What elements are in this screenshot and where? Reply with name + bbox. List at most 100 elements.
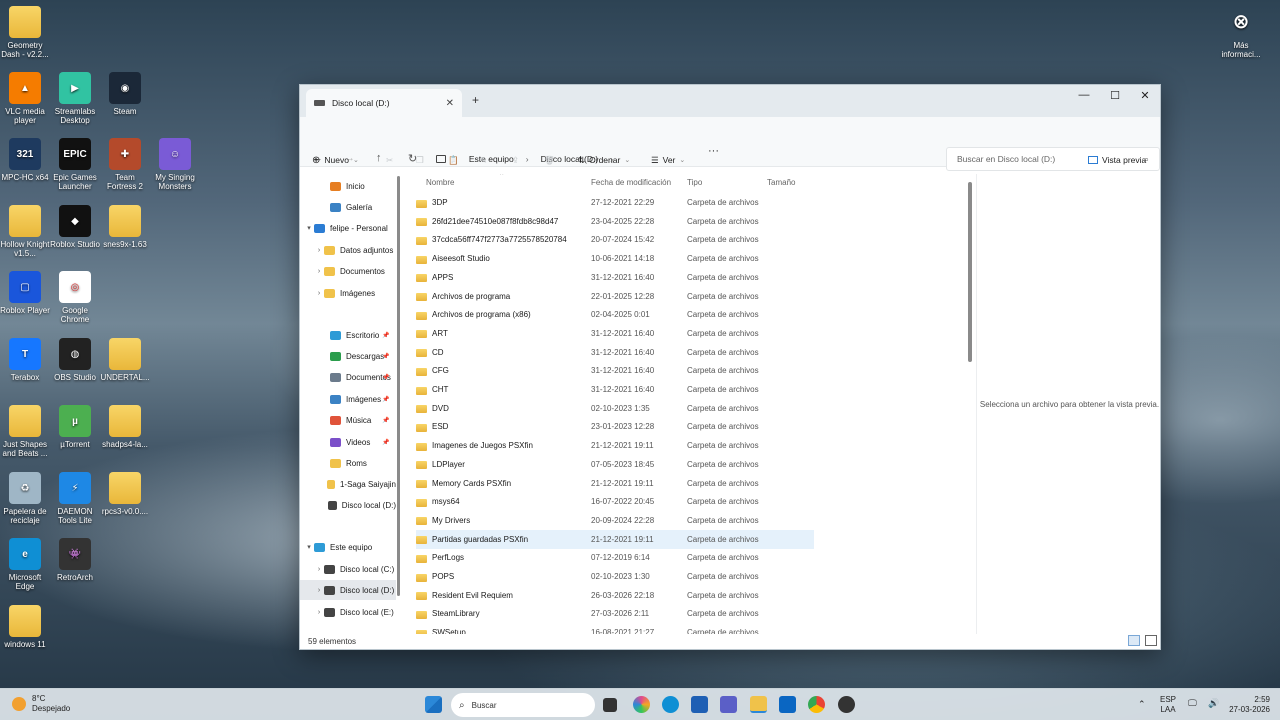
desktop-icon-undertal[interactable]: UNDERTAL... — [100, 338, 150, 382]
desktop-icon-microsoft-edge[interactable]: e Microsoft Edge — [0, 538, 50, 591]
desktop-icon-vlc-media-player[interactable]: ▲ VLC media player — [0, 72, 50, 125]
desktop-icon-windows-11[interactable]: windows 11 — [0, 605, 50, 649]
share-icon[interactable]: ⇪ — [512, 155, 519, 166]
more-options-button[interactable]: ··· — [708, 145, 719, 157]
outlook-icon[interactable] — [779, 696, 796, 713]
nav-scrollbar-thumb[interactable] — [397, 176, 400, 596]
table-row[interactable]: CD 31-12-2021 16:40 Carpeta de archivos — [416, 343, 814, 362]
table-row[interactable]: Aiseesoft Studio 10-06-2021 14:18 Carpeta … — [416, 249, 814, 268]
copilot-icon[interactable] — [633, 696, 650, 713]
table-row[interactable]: 37cdca56ff747f2773a7725578520784 20-07-20… — [416, 230, 814, 249]
minimize-icon[interactable]: — — [1073, 89, 1095, 101]
chevron-icon[interactable]: › — [314, 290, 324, 297]
table-row[interactable]: CFG 31-12-2021 16:40 Carpeta de archivos — [416, 361, 814, 380]
store-icon[interactable] — [691, 696, 708, 713]
desktop-icon-epic-games-launcher[interactable]: EPIC Epic Games Launcher — [50, 138, 100, 191]
desktop-icon-steam[interactable]: ◉ Steam — [100, 72, 150, 116]
desktop-icon-rpcs3-v0-0[interactable]: rpcs3-v0.0.... — [100, 472, 150, 516]
file-explorer-icon[interactable] — [750, 696, 767, 713]
view-button[interactable]: ☰ Ver ⌄ — [651, 155, 685, 166]
nav-item-im-genes[interactable]: Imágenes 📌 — [300, 389, 396, 409]
nav-item-inicio[interactable]: Inicio — [300, 176, 396, 196]
file-list-scrollbar[interactable] — [968, 182, 972, 362]
nav-item-roms[interactable]: Roms — [300, 453, 396, 473]
sort-button[interactable]: ⇅ Ordenar ⌄ — [578, 155, 630, 166]
desktop-icon-obs-studio[interactable]: ◍ OBS Studio — [50, 338, 100, 382]
desktop-icon-retroarch[interactable]: 👾 RetroArch — [50, 538, 100, 582]
desktop-icon-streamlabs-desktop[interactable]: ▶ Streamlabs Desktop — [50, 72, 100, 125]
details-view-icon[interactable] — [1128, 635, 1140, 646]
nav-item-galer-a[interactable]: Galería — [300, 197, 396, 217]
table-row[interactable]: My Drivers 20-09-2024 22:28 Carpeta de arc… — [416, 511, 814, 530]
table-row[interactable]: ESD 23-01-2023 12:28 Carpeta de archivos — [416, 417, 814, 436]
desktop-icon-shadps4-la[interactable]: shadps4-la... — [100, 405, 150, 449]
desktop-icon-hollow-knight-v1-5[interactable]: Hollow Knight v1.5... — [0, 205, 50, 258]
column-tamano[interactable]: Tamaño — [767, 178, 795, 187]
start-windows-icon[interactable] — [425, 696, 442, 713]
tiles-view-icon[interactable] — [1145, 635, 1157, 646]
chevron-icon[interactable]: ▾ — [304, 224, 314, 232]
nav-item-descargas[interactable]: Descargas 📌 — [300, 346, 396, 366]
table-row[interactable]: Archivos de programa 22-01-2025 12:28 Carp… — [416, 287, 814, 306]
nav-item-disco-local-e[interactable]: › Disco local (E:) — [300, 602, 396, 622]
nav-item-videos[interactable]: Videos 📌 — [300, 432, 396, 452]
desktop-icon-terabox[interactable]: T Terabox — [0, 338, 50, 382]
table-row[interactable]: Archivos de programa (x86) 02-04-2025 0:0… — [416, 305, 814, 324]
nav-item-1-saga-saiyajin[interactable]: 1-Saga Saiyajin — [300, 474, 396, 494]
clock[interactable]: 2:59 27-03-2026 — [1226, 695, 1270, 715]
chevron-icon[interactable]: › — [314, 247, 324, 254]
chevron-icon[interactable]: ▾ — [304, 543, 314, 551]
retroarch-icon[interactable] — [838, 696, 855, 713]
chevron-icon[interactable]: › — [314, 587, 324, 594]
table-row[interactable]: PerfLogs 07-12-2019 6:14 Carpeta de archiv… — [416, 548, 814, 567]
nav-item-m-sica[interactable]: Música 📌 — [300, 410, 396, 430]
table-row[interactable]: CHT 31-12-2021 16:40 Carpeta de archivos — [416, 380, 814, 399]
desktop-icon-papelera-de-reciclaje[interactable]: ♻ Papelera de reciclaje — [0, 472, 50, 525]
table-row[interactable]: LDPlayer 07-05-2023 18:45 Carpeta de archi… — [416, 455, 814, 474]
network-icon[interactable]: 🖵 — [1188, 698, 1197, 709]
cut-icon[interactable]: ✂ — [386, 155, 393, 166]
paste-icon[interactable]: 📋 — [448, 155, 459, 166]
table-row[interactable]: Resident Evil Requiem 26-03-2026 22:18 Car… — [416, 586, 814, 605]
new-button[interactable]: ⊕ Nuevo ⌄ — [312, 155, 359, 166]
desktop-icon-m-s-informaci[interactable]: ⊗ Más informaci... — [1216, 6, 1266, 60]
table-row[interactable]: Partidas guardadas PSXfin 21-12-2021 19:1… — [416, 529, 814, 549]
desktop-icon-just-shapes-and-beats[interactable]: Just Shapes and Beats ... — [0, 405, 50, 458]
nav-item-documentos[interactable]: Documentos 📌 — [300, 367, 396, 387]
rename-icon[interactable]: ✎ — [480, 155, 487, 166]
column-tipo[interactable]: Tipo — [687, 178, 702, 187]
chevron-icon[interactable]: › — [314, 268, 324, 275]
chevron-icon[interactable]: › — [314, 566, 324, 573]
nav-scrollbar[interactable] — [396, 174, 402, 634]
table-row[interactable]: DVD 02-10-2023 1:35 Carpeta de archivos — [416, 399, 814, 418]
weather-widget[interactable]: 8°C Despejado — [12, 694, 70, 714]
column-nombre[interactable]: Nombre — [426, 178, 454, 187]
desktop-icon--torrent[interactable]: µ µTorrent — [50, 405, 100, 449]
delete-icon[interactable]: 🗑 — [544, 155, 555, 166]
table-row[interactable]: SteamLibrary 27-03-2026 2:11 Carpeta de ar… — [416, 604, 814, 623]
nav-item-datos-adjuntos[interactable]: › Datos adjuntos — [300, 240, 396, 260]
nav-item-documentos[interactable]: › Documentos — [300, 261, 396, 281]
table-row[interactable]: ART 31-12-2021 16:40 Carpeta de archivos — [416, 324, 814, 343]
nav-item-disco-local-d[interactable]: › Disco local (D:) — [300, 580, 396, 600]
nav-item-felipe-personal[interactable]: ▾ felipe - Personal — [300, 218, 396, 238]
desktop-icon-mpc-hc-x64[interactable]: 321 MPC-HC x64 — [0, 138, 50, 182]
table-row[interactable]: Imagenes de Juegos PSXfin 21-12-2021 19:1… — [416, 436, 814, 455]
nav-item-disco-local-d[interactable]: Disco local (D:) — [300, 495, 396, 515]
desktop-icon-geometry-dash-v2-2[interactable]: Geometry Dash - v2.2... — [0, 6, 50, 59]
nav-item-disco-local-c[interactable]: › Disco local (C:) — [300, 559, 396, 579]
chevron-icon[interactable]: › — [314, 609, 324, 616]
desktop-icon-google-chrome[interactable]: ◎ Google Chrome — [50, 271, 100, 324]
close-tab-icon[interactable]: ✕ — [446, 98, 454, 109]
preview-pane-button[interactable]: Vista previa — [1088, 155, 1146, 165]
table-row[interactable]: APPS 31-12-2021 16:40 Carpeta de archivos — [416, 268, 814, 287]
chevron-up-icon[interactable]: ⌃ — [1138, 699, 1146, 710]
desktop-icon-my-singing-monsters[interactable]: ☺ My Singing Monsters — [150, 138, 200, 191]
taskbar-search[interactable]: ⌕ Buscar — [451, 693, 595, 717]
column-fecha[interactable]: Fecha de modificación — [591, 178, 671, 187]
desktop-icon-snes9x-1-63[interactable]: snes9x-1.63 — [100, 205, 150, 249]
table-row[interactable]: 26fd21dee74510e087f8fdb8c98d47 23-04-2025… — [416, 212, 814, 231]
tab-disco-local-d[interactable]: Disco local (D:) ✕ — [306, 89, 462, 117]
desktop-icon-roblox-player[interactable]: ▢ Roblox Player — [0, 271, 50, 315]
copy-icon[interactable]: ❐ — [416, 155, 424, 166]
